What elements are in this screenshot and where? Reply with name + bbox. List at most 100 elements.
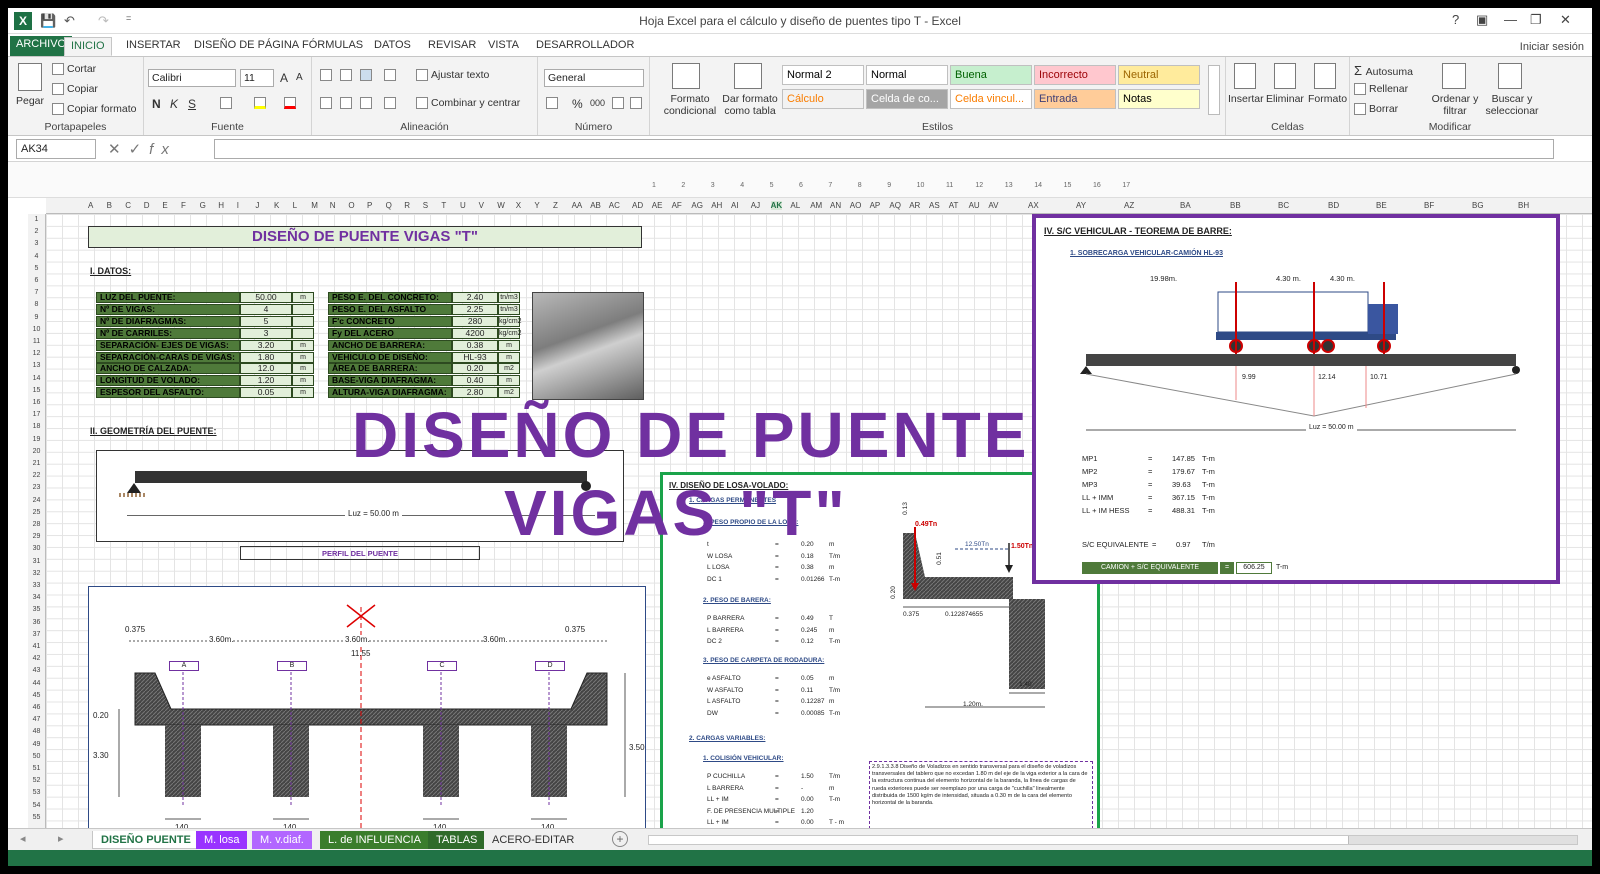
row-header[interactable]: 8 [28,301,45,308]
sheet-tab-3[interactable]: L. de INFLUENCIA [320,831,429,849]
col-header[interactable]: V [479,201,484,210]
outline-level[interactable]: 1 [652,182,656,189]
col-header[interactable]: P [367,201,372,210]
col-header[interactable]: AY [1076,201,1086,210]
outline-level[interactable]: 9 [887,182,891,189]
row-header[interactable]: 29 [28,533,45,540]
col-header[interactable]: N [330,201,336,210]
outline-level[interactable]: 3 [711,182,715,189]
sort-filter-icon[interactable] [1442,63,1466,89]
col-header[interactable]: H [218,201,224,210]
row-header[interactable]: 36 [28,619,45,626]
autosum-button[interactable]: Σ Autosuma [1354,63,1413,78]
paste-icon[interactable] [18,63,42,91]
col-header[interactable]: T [441,201,446,210]
align-middle-icon[interactable] [340,69,355,82]
col-header[interactable]: AK [770,201,783,210]
delete-cells-button[interactable]: Eliminar [1266,93,1304,105]
insert-cells-button[interactable]: Insertar [1228,93,1264,105]
percent-button[interactable]: % [572,97,583,111]
col-header[interactable]: AP [870,201,881,210]
row-header[interactable]: 41 [28,643,45,650]
style-0[interactable]: Normal 2 [782,65,864,85]
row-header[interactable]: 46 [28,704,45,711]
col-header[interactable]: F [181,201,186,210]
datos-value[interactable]: 4 [240,303,292,315]
row-header[interactable]: 45 [28,692,45,699]
col-header[interactable]: AH [711,201,722,210]
col-header[interactable]: E [162,201,167,210]
decimal-increase-icon[interactable] [612,97,627,110]
datos-value[interactable]: 3 [240,327,292,339]
col-header[interactable]: AR [909,201,920,210]
indent-icon[interactable] [384,97,399,110]
table-format-button[interactable]: Dar formato como tabla [718,93,782,117]
row-header[interactable]: 52 [28,777,45,784]
datos-value[interactable]: 5 [240,315,292,327]
col-header[interactable]: AA [572,201,583,210]
sheet-tab-4[interactable]: TABLAS [428,831,486,849]
col-header[interactable]: AZ [1124,201,1134,210]
col-header[interactable]: G [200,201,206,210]
outline-level[interactable]: 13 [1005,182,1013,189]
col-header[interactable]: AJ [751,201,760,210]
row-header[interactable]: 34 [28,594,45,601]
sort-filter-button[interactable]: Ordenar y filtrar [1430,93,1480,117]
grow-font-button[interactable]: A [280,71,288,85]
style-7[interactable]: Celda vincul... [950,89,1032,109]
styles-scroll-icon[interactable] [1208,65,1220,115]
outline-level[interactable]: 16 [1093,182,1101,189]
wrap-text-button[interactable]: Ajustar texto [416,69,489,82]
col-header[interactable]: AI [731,201,739,210]
col-header[interactable]: Q [386,201,392,210]
datos-value[interactable]: 12.0 [240,363,292,375]
style-4[interactable]: Neutral [1118,65,1200,85]
align-left-icon[interactable] [320,97,335,110]
close-icon[interactable]: ✕ [1560,12,1571,28]
datos-value[interactable]: 2.80 [452,387,498,399]
col-header[interactable]: AF [672,201,682,210]
col-header[interactable]: I [237,201,239,210]
datos-value[interactable]: 2.40 [452,292,498,303]
datos-value[interactable]: 0.05 [240,387,292,399]
row-header[interactable]: 23 [28,484,45,491]
row-header[interactable]: 53 [28,789,45,796]
row-header[interactable]: 15 [28,387,45,394]
col-header[interactable]: Y [534,201,539,210]
align-right-icon[interactable] [360,97,375,110]
datos-value[interactable]: 50.00 [240,292,292,303]
decimal-decrease-icon[interactable] [630,97,645,110]
datos-value[interactable]: 0.38 [452,339,498,351]
datos-value[interactable]: HL-93 [452,351,498,363]
row-header[interactable]: 10 [28,326,45,333]
col-header[interactable]: K [274,201,279,210]
tab-datos[interactable]: DATOS [368,37,417,56]
row-header[interactable]: 43 [28,667,45,674]
col-header[interactable]: AD [632,201,643,210]
outline-level[interactable]: 14 [1034,182,1042,189]
row-header[interactable]: 20 [28,448,45,455]
outline-level[interactable]: 11 [946,182,953,189]
datos-value[interactable]: 280 [452,315,498,327]
shrink-font-button[interactable]: A [296,72,303,83]
col-header[interactable]: C [125,201,131,210]
row-header[interactable]: 21 [28,460,45,467]
row-header[interactable]: 22 [28,472,45,479]
row-header[interactable]: 30 [28,545,45,552]
style-5[interactable]: Cálculo [782,89,864,109]
tab-vista[interactable]: VISTA [482,37,525,56]
outline-level[interactable]: 2 [681,182,685,189]
thousands-button[interactable]: 000 [590,98,605,108]
col-header[interactable]: BD [1328,201,1339,210]
col-header[interactable]: R [404,201,410,210]
col-header[interactable]: AM [810,201,822,210]
col-header[interactable]: Z [553,201,558,210]
row-header[interactable]: 6 [28,277,45,284]
underline-button[interactable]: S [188,97,196,111]
sheet-tab-5[interactable]: ACERO-EDITAR [484,831,583,849]
row-header[interactable]: 33 [28,582,45,589]
datos-value[interactable]: 3.20 [240,339,292,351]
paste-button[interactable]: Pegar [16,95,44,107]
row-header[interactable]: 49 [28,741,45,748]
col-header[interactable]: BF [1424,201,1434,210]
